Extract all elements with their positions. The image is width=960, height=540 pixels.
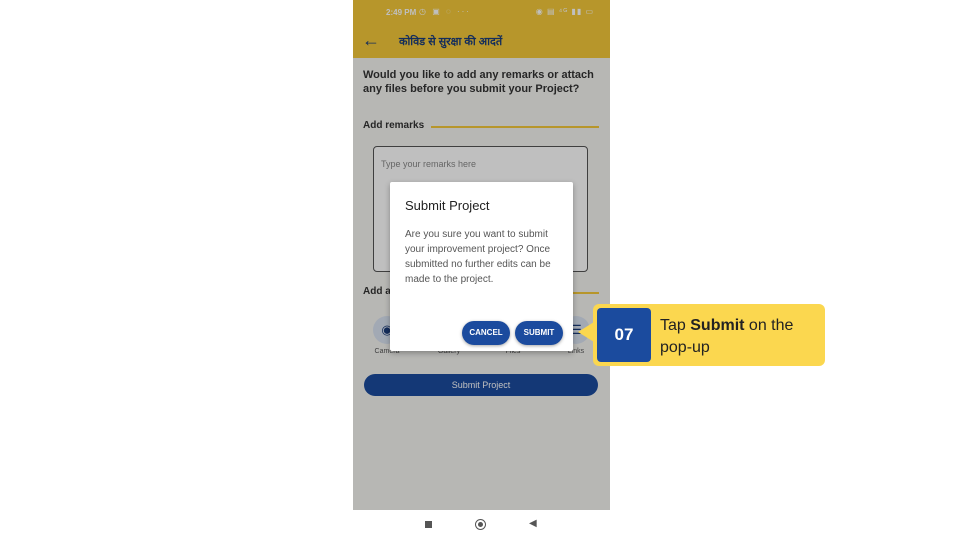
home-icon[interactable] [475, 519, 486, 530]
phone-screen: 2:49 PM ◷ ▣ ◌ ··· ◉ ▤ ⁴ᴳ ▮▮ ▭ ← कोविड से… [353, 0, 610, 510]
submit-project-dialog: Submit Project Are you sure you want to … [390, 182, 573, 351]
step-number-badge: 07 [597, 308, 651, 362]
dialog-title: Submit Project [405, 198, 490, 213]
callout-prefix: Tap [660, 317, 691, 334]
callout-instruction: Tap Submit on the pop-up [660, 315, 820, 359]
dialog-cancel-button[interactable]: CANCEL [462, 321, 510, 345]
callout-emphasis: Submit [690, 317, 745, 334]
callout-pointer [578, 322, 594, 342]
instruction-callout: 07 Tap Submit on the pop-up [593, 304, 825, 366]
recents-icon[interactable] [425, 521, 432, 528]
dialog-submit-button[interactable]: SUBMIT [515, 321, 563, 345]
android-nav-bar: ◀ [353, 510, 610, 540]
dialog-message: Are you sure you want to submit your imp… [405, 229, 551, 285]
back-triangle-icon[interactable]: ◀ [529, 518, 537, 529]
